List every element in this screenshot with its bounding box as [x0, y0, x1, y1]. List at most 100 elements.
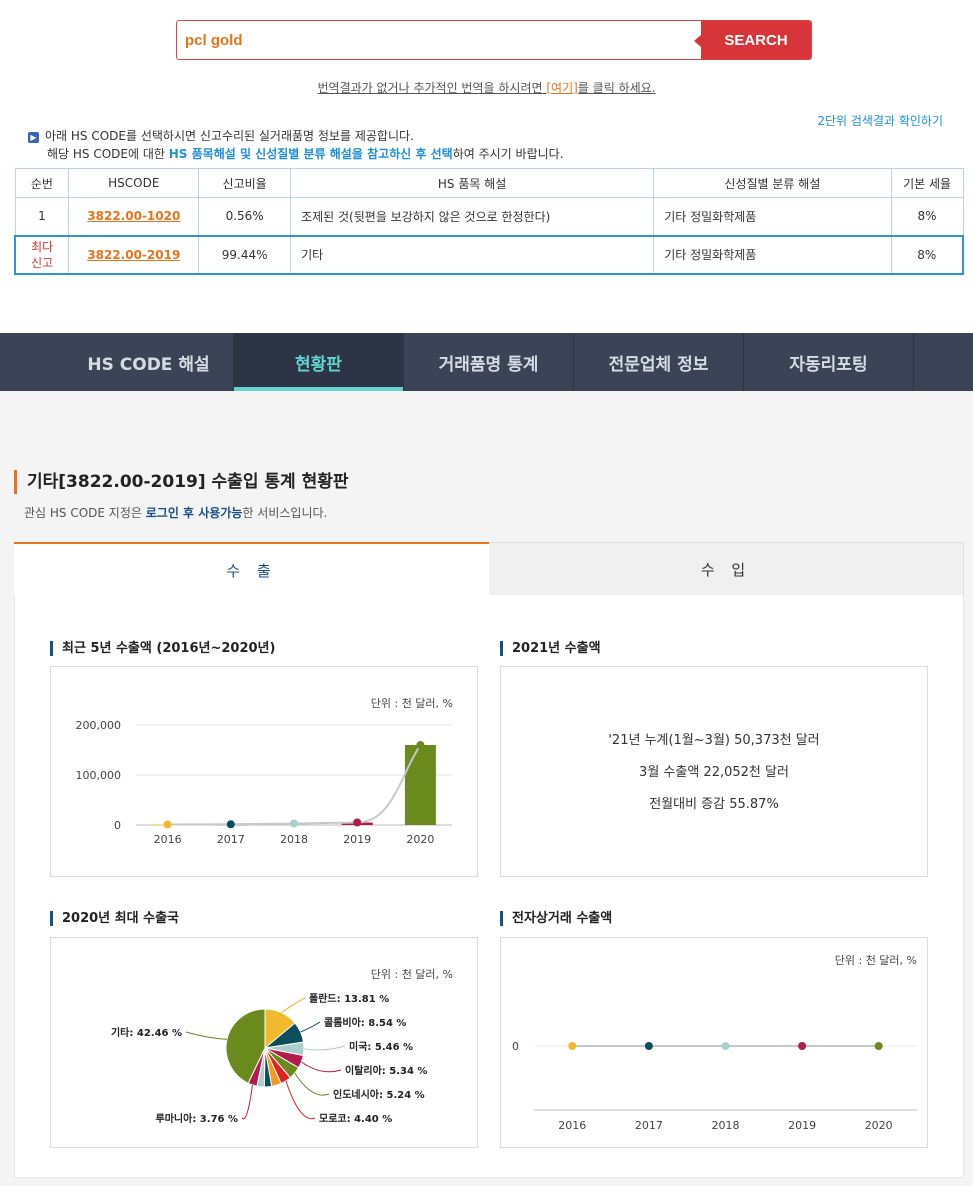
data-point: [290, 819, 298, 828]
x-tick-label: 2017: [635, 1119, 663, 1132]
rank-most-line1: 최다: [31, 239, 54, 254]
y-tick-label: 0: [512, 1040, 519, 1053]
summary-cumulative: '21년 누계(1월~3월) 50,373천 달러: [608, 733, 820, 748]
tab-dashboard[interactable]: 현황판: [234, 333, 404, 391]
chart-box-ecommerce: 단위 : 천 달러, % 0 2016 2017 2018 2019 2020: [500, 937, 928, 1148]
x-tick-label: 2017: [217, 833, 245, 846]
dashboard-subtitle: 관심 HS CODE 지정은 로그인 후 사용가능한 서비스입니다.: [24, 504, 327, 521]
search-box: SEARCH: [176, 20, 812, 60]
pie-label: 콜롬비아: 8.54 %: [324, 1016, 406, 1029]
bar-chart: 0 100,000 200,000 2016 2017 2018 2019 2020: [76, 719, 452, 846]
cell-rate: 8%: [890, 197, 964, 236]
box-title-2021: 2021년 수출액: [500, 641, 601, 656]
chart-box-5year: 단위 : 천 달러, % 0 100,000 200,000 2016 2017 2018…: [50, 666, 478, 877]
pie-leader-line: [294, 1072, 330, 1096]
pie-label: 모로코: 4.40 %: [319, 1113, 392, 1125]
summary-box-2021: '21년 누계(1월~3월) 50,373천 달러 3월 수출액 22,052천…: [500, 666, 928, 877]
x-tick-label: 2016: [154, 833, 182, 846]
cell-ratio: 99.44%: [198, 234, 292, 275]
box-title-top-country: 2020년 최대 수출국: [50, 911, 179, 926]
cell-ratio: 0.56%: [198, 197, 292, 236]
line-chart: 0 2016 2017 2018 2019 2020: [512, 1040, 917, 1132]
pie-leader-line: [301, 1061, 342, 1073]
x-tick-label: 2020: [406, 833, 434, 846]
x-tick-label: 2016: [558, 1119, 586, 1132]
tab-company-info[interactable]: 전문업체 정보: [574, 333, 744, 391]
box-title-ecommerce: 전자상거래 수출액: [500, 911, 612, 926]
data-point: [644, 1042, 653, 1050]
dashboard-subtitle-c: 한 서비스입니다.: [242, 506, 328, 520]
pie-leader-line: [241, 1084, 253, 1120]
export-import-tabs: 수 출 수 입: [14, 542, 964, 596]
y-tick-label: 0: [114, 819, 121, 832]
search-button[interactable]: SEARCH: [694, 21, 811, 59]
pie-leader-line: [300, 1021, 321, 1033]
cell-class-desc: 기타 정밀화학제품: [653, 197, 892, 236]
tab-import[interactable]: 수 입: [489, 542, 964, 596]
summary-mom-change: 전월대비 증감 55.87%: [649, 797, 779, 812]
trend-line: [167, 744, 422, 826]
pie-leader-line: [185, 1031, 228, 1040]
hscode-link[interactable]: 3822.00-2019: [87, 248, 180, 262]
tab-export[interactable]: 수 출: [14, 542, 489, 596]
translate-note-suffix: 를 클릭 하세요.: [577, 81, 656, 95]
cell-hs-desc: 기타: [290, 234, 655, 275]
data-point: [226, 820, 235, 829]
pie-label: 폴란드: 13.81 %: [309, 993, 389, 1005]
pie-label: 기타: 42.46 %: [111, 1026, 182, 1039]
info-line1: 아래 HS CODE를 선택하시면 신고수리된 실거래품명 정보를 제공합니다.: [45, 129, 414, 143]
tab-auto-reporting[interactable]: 자동리포팅: [744, 333, 914, 391]
info-line2-a: 해당 HS CODE에 대한: [47, 147, 169, 161]
col-header-hs-desc: HS 품목 해설: [290, 168, 655, 198]
x-tick-label: 2018: [712, 1119, 740, 1132]
main-nav: HS CODE 해설 현황판 거래품명 통계 전문업체 정보 자동리포팅: [0, 333, 973, 391]
info-text: ▶ 아래 HS CODE를 선택하시면 신고수리된 실거래품명 정보를 제공합니다…: [28, 127, 564, 163]
translate-note: 번역결과가 없거나 추가적인 번역을 하시려면 [여기]를 클릭 하세요.: [0, 79, 973, 96]
cell-class-desc: 기타 정밀화학제품: [653, 234, 892, 275]
info-line2-highlight: HS 품목해설 및 신성질별 분류 해설을 참고하신 후 선택: [168, 147, 453, 161]
pie-leader-line: [303, 1045, 346, 1051]
dashboard-subtitle-a: 관심 HS CODE 지정은: [24, 506, 146, 520]
tab-trade-name-stats[interactable]: 거래품명 통계: [404, 333, 574, 391]
col-header-rate: 기본 세율: [890, 168, 964, 198]
data-point: [568, 1042, 577, 1050]
col-header-class-desc: 신성질별 분류 해설: [653, 168, 892, 198]
bar: [404, 745, 436, 825]
box-title-5year: 최근 5년 수출액 (2016년~2020년): [50, 641, 275, 656]
cell-hscode: 3822.00-2019: [68, 234, 200, 275]
hscode-link[interactable]: 3822.00-1020: [87, 209, 180, 223]
tab-hs-code-desc[interactable]: HS CODE 해설: [64, 333, 234, 391]
data-point: [798, 1042, 807, 1050]
pie-label: 인도네시아: 5.24 %: [333, 1088, 425, 1101]
cell-rate: 8%: [890, 234, 964, 275]
translate-here-link[interactable]: [여기]: [546, 81, 577, 95]
cell-rank: 1: [14, 197, 70, 236]
data-point: [416, 741, 425, 749]
chart-box-countries: 단위 : 천 달러, % 폴란드: 13.81 % 콜롬비아: 8.54 % 미국:…: [50, 937, 478, 1148]
col-header-ratio: 신고비율: [198, 168, 292, 198]
x-tick-label: 2019: [343, 833, 371, 846]
pie-label: 미국: 5.46 %: [349, 1040, 413, 1053]
pie-leader-line: [281, 997, 306, 1014]
x-tick-label: 2019: [788, 1119, 816, 1132]
table-row[interactable]: 1 3822.00-1020 0.56% 조제된 것(뒷편을 보강하지 않은 것…: [14, 197, 964, 236]
y-tick-label: 200,000: [76, 719, 122, 732]
table-header-row: 순번 HSCODE 신고비율 HS 품목 해설 신성질별 분류 해설 기본 세율: [14, 168, 964, 198]
cell-rank-most-reported: 최다 신고: [14, 234, 70, 275]
pie-label: 이탈리아: 5.34 %: [345, 1064, 427, 1077]
table-row-selected[interactable]: 최다 신고 3822.00-2019 99.44% 기타 기타 정밀화학제품 8%: [14, 234, 964, 275]
search-input[interactable]: [177, 21, 701, 59]
translate-note-prefix: 번역결과가 없거나 추가적인 번역을 하시려면: [317, 81, 547, 95]
pie-chart: 폴란드: 13.81 % 콜롬비아: 8.54 % 미국: 5.46 % 이탈리아: …: [111, 993, 427, 1125]
y-tick-label: 100,000: [76, 769, 122, 782]
cell-hscode: 3822.00-1020: [68, 197, 200, 236]
pie-label: 루마니아: 3.76 %: [156, 1112, 238, 1125]
col-header-hscode: HSCODE: [68, 168, 200, 198]
level2-results-link[interactable]: 2단위 검색결과 확인하기: [817, 112, 943, 129]
col-header-rank: 순번: [14, 168, 70, 198]
data-point: [721, 1042, 730, 1050]
dashboard-subtitle-b: 로그인 후 사용가능: [145, 506, 243, 520]
summary-march: 3월 수출액 22,052천 달러: [639, 765, 789, 780]
rank-most-line2: 신고: [31, 255, 54, 270]
info-arrow-icon: ▶: [28, 132, 39, 143]
